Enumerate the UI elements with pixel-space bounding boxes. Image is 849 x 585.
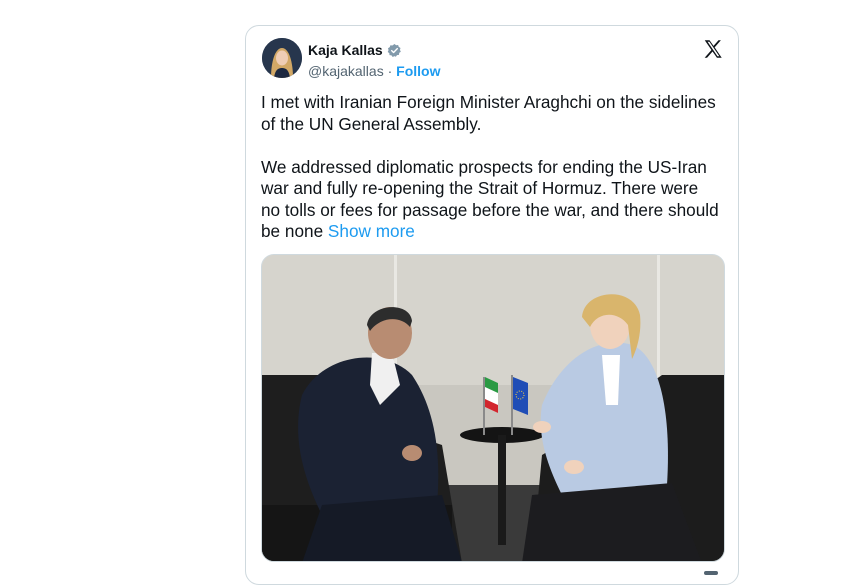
- author-name[interactable]: Kaja Kallas: [308, 42, 383, 58]
- more-options-indicator[interactable]: [704, 571, 718, 575]
- verified-badge-icon: [387, 43, 401, 57]
- avatar[interactable]: [262, 38, 302, 78]
- show-more-link[interactable]: Show more: [328, 221, 415, 241]
- separator-dot: ·: [383, 63, 397, 79]
- tweet-embed-card[interactable]: Kaja Kallas @kajakallas · Follow I met w…: [245, 25, 739, 585]
- author-row: Kaja Kallas: [308, 42, 402, 58]
- tweet-body: I met with Iranian Foreign Minister Arag…: [261, 92, 719, 241]
- x-logo-icon[interactable]: [702, 38, 724, 60]
- author-handle[interactable]: @kajakallas: [308, 63, 384, 79]
- handle-row: @kajakallas · Follow: [308, 63, 440, 79]
- meeting-photo: [262, 255, 724, 561]
- avatar-image: [262, 38, 302, 78]
- tweet-text: I met with Iranian Foreign Minister Arag…: [261, 92, 719, 243]
- tweet-photo[interactable]: [261, 254, 725, 562]
- follow-button[interactable]: Follow: [396, 63, 440, 79]
